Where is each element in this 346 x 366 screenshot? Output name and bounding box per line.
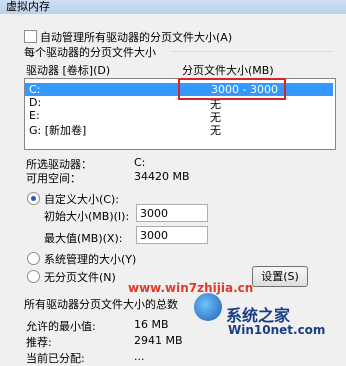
watermark-url: www.win7zhijia.cn xyxy=(128,281,254,295)
initial-size-label: 初始大小(MB)(I): xyxy=(44,210,130,223)
max-size-input[interactable]: 3000 xyxy=(136,226,208,244)
free-space-value: 34420 MB xyxy=(134,170,190,183)
auto-manage-checkbox[interactable] xyxy=(24,30,37,43)
system-managed-radio[interactable] xyxy=(27,252,40,265)
initial-size-input[interactable]: 3000 xyxy=(136,204,208,222)
size-highlight-box xyxy=(178,78,286,100)
title-bar: 虚拟内存 xyxy=(0,0,346,14)
list-item[interactable]: G: [新加卷] 无 xyxy=(25,122,333,137)
drive-label: E: xyxy=(29,109,40,122)
current-label: 当前已分配: xyxy=(26,352,85,365)
min-label: 允许的最小值: xyxy=(26,320,96,333)
window-title: 虚拟内存 xyxy=(6,0,50,13)
recommended-label: 推荐: xyxy=(26,336,52,349)
watermark-brand-en: Win10net.com xyxy=(228,323,326,337)
drive-label: D: xyxy=(29,96,42,109)
custom-size-radio[interactable] xyxy=(27,192,40,205)
size-value: 无 xyxy=(210,124,221,137)
column-header-size: 分页文件大小(MB) xyxy=(182,64,274,77)
min-value: 16 MB xyxy=(134,318,169,331)
no-paging-label: 无分页文件(N) xyxy=(44,271,116,284)
custom-size-label: 自定义大小(C): xyxy=(44,193,119,206)
group-divider xyxy=(170,51,334,52)
max-size-label: 最大值(MB)(X): xyxy=(44,232,123,245)
list-item[interactable]: E: 无 xyxy=(25,109,333,124)
no-paging-radio[interactable] xyxy=(27,270,40,283)
brand-logo-icon xyxy=(194,293,222,321)
free-space-label: 可用空间： xyxy=(26,172,81,185)
drive-label: C: xyxy=(29,83,41,96)
group-title: 每个驱动器的分页文件大小 xyxy=(24,46,156,59)
system-managed-label: 系统管理的大小(Y) xyxy=(44,253,137,266)
selected-drive-value: C: xyxy=(134,156,146,169)
column-header-drive: 驱动器 [卷标](D) xyxy=(26,64,111,77)
set-button[interactable]: 设置(S) xyxy=(252,266,308,287)
auto-manage-label: 自动管理所有驱动器的分页文件大小(A) xyxy=(40,31,233,44)
current-value: ... xyxy=(134,350,145,363)
totals-title: 所有驱动器分页文件大小的总数 xyxy=(24,298,178,311)
drive-label: G: [新加卷] xyxy=(29,124,87,137)
recommended-value: 2941 MB xyxy=(134,334,183,347)
